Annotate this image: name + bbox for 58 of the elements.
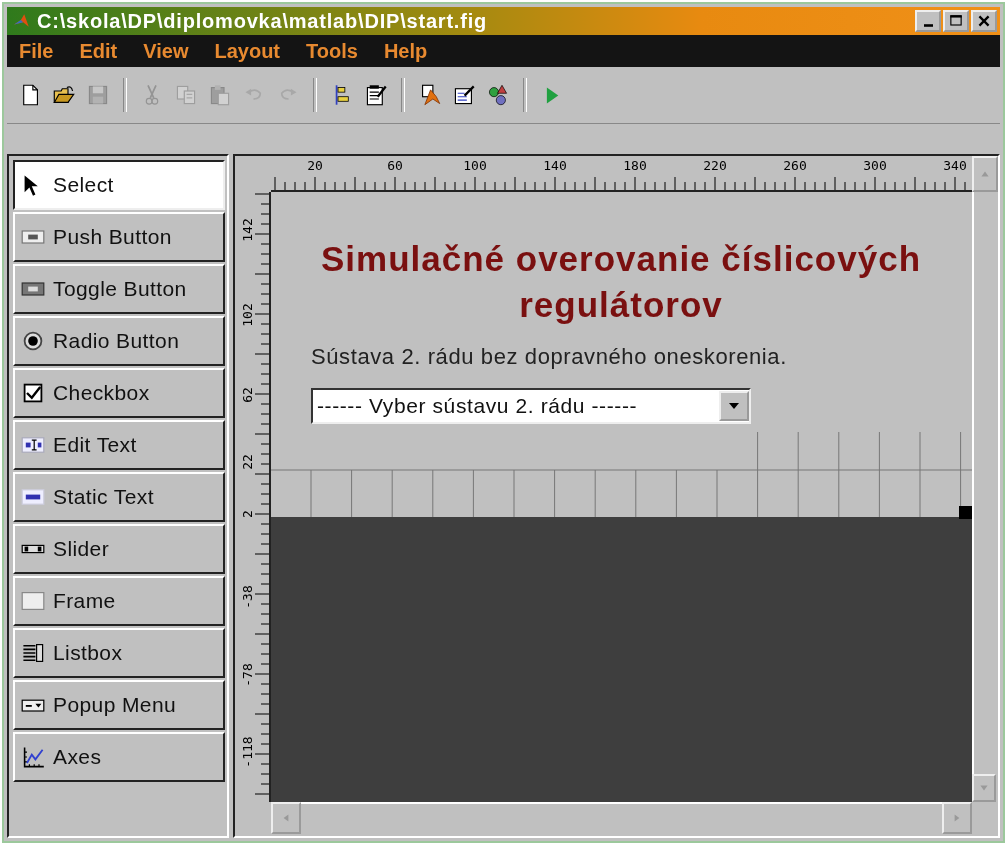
menu-item[interactable]: Layout: [206, 39, 294, 63]
scroll-left-button[interactable]: [271, 802, 301, 834]
ruler-label: 260: [782, 157, 808, 173]
palette-item[interactable]: Toggle Button: [13, 264, 225, 314]
menu-item[interactable]: Help: [375, 39, 442, 63]
ruler-label: 20: [306, 157, 324, 173]
palette-item[interactable]: Checkbox: [13, 368, 225, 418]
palette-item[interactable]: Select: [13, 160, 225, 210]
menu-item[interactable]: Edit: [71, 39, 132, 63]
vertical-scrollbar[interactable]: [972, 192, 998, 802]
ruler-label: 220: [702, 157, 728, 173]
ruler-label: 140: [542, 157, 568, 173]
ruler-label: 22: [239, 454, 255, 470]
heading-text[interactable]: Simulačné overovanie číslicových regulátorov: [271, 236, 971, 328]
palette-item[interactable]: Axes: [13, 732, 225, 782]
frame-icon: [21, 589, 45, 613]
ruler-label: 300: [862, 157, 888, 173]
menu-item[interactable]: File: [11, 39, 68, 63]
listbox-icon: [21, 641, 45, 665]
ruler-label: 142: [239, 218, 255, 242]
ruler-label: 180: [622, 157, 648, 173]
axes-icon: [21, 745, 45, 769]
minimize-icon: [923, 23, 933, 27]
palette-item[interactable]: Popup Menu: [13, 680, 225, 730]
scroll-down-button[interactable]: [972, 774, 996, 802]
maximize-button[interactable]: [943, 10, 969, 32]
ruler-label: 2: [239, 510, 255, 518]
palette-item[interactable]: Static Text: [13, 472, 225, 522]
ruler-label: 100: [462, 157, 488, 173]
close-icon: [976, 14, 992, 28]
palette-item[interactable]: Listbox: [13, 628, 225, 678]
ruler-label: 340: [942, 157, 968, 173]
ruler-label: -78: [239, 663, 255, 687]
static-text[interactable]: Sústava 2. rádu bez dopravného oneskorenia.: [311, 344, 787, 370]
horizontal-scrollbar[interactable]: [271, 802, 972, 836]
scroll-right-button[interactable]: [942, 802, 972, 834]
menu-item[interactable]: View: [135, 39, 203, 63]
palette-item[interactable]: Frame: [13, 576, 225, 626]
checkbox-icon: [21, 381, 45, 405]
popup-value: ------ Vyber sústavu 2. rádu ------: [317, 394, 638, 418]
ruler-label: -38: [239, 585, 255, 609]
radio-button-icon: [21, 329, 45, 353]
ruler-label: 62: [239, 387, 255, 403]
palette-item[interactable]: Push Button: [13, 212, 225, 262]
maximize-icon: [948, 14, 964, 28]
window-title: C:\skola\DP\diplomovka\matlab\DIP\start.fig: [37, 9, 489, 33]
close-button[interactable]: [971, 10, 997, 32]
palette-item[interactable]: Edit Text: [13, 420, 225, 470]
palette-item[interactable]: Radio Button: [13, 316, 225, 366]
ruler-label: 60: [386, 157, 404, 173]
scroll-up-button[interactable]: [972, 156, 998, 192]
popup-menu[interactable]: ------ Vyber sústavu 2. rádu ------: [311, 388, 751, 424]
minimize-button[interactable]: [915, 10, 941, 32]
ruler-label: 102: [239, 303, 255, 327]
menu-item[interactable]: Tools: [298, 39, 372, 63]
resize-handle[interactable]: [959, 506, 972, 519]
palette-item[interactable]: Slider: [13, 524, 225, 574]
ruler-label: -118: [239, 736, 255, 768]
